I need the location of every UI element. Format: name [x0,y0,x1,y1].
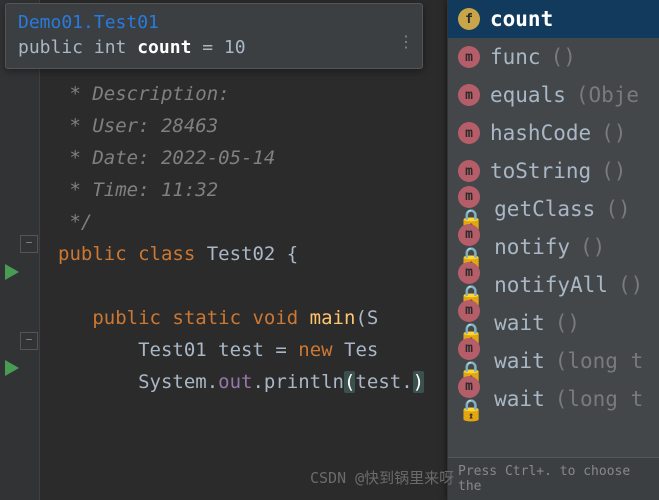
quick-doc-popup: Demo01.Test01 public int count = 10 ⋮ [5,3,423,69]
completion-item[interactable]: m toString () [448,152,659,190]
completion-item-args: () [555,311,580,335]
quick-doc-signature: public int count = 10 [18,37,410,58]
method-badge-icon: m [458,160,480,182]
completion-item-label: count [490,7,553,31]
code-line: System.out.println(test.) [34,366,424,398]
completion-item-args: () [551,45,576,69]
completion-item[interactable]: m hashCode () [448,114,659,152]
method-badge-icon: m [458,122,480,144]
code-line: * Time: 11:32 [34,174,424,206]
code-line: * Date: 2022-05-14 [34,142,424,174]
completion-popup[interactable]: fcountmfunc()mequals(ObjemhashCode()mtoS… [447,0,659,500]
completion-item-args: () [618,273,643,297]
code-line: public static void main(S [34,302,424,334]
method-badge-icon: m [458,376,480,398]
completion-item-label: wait [494,387,545,411]
run-gutter-icon[interactable] [5,264,19,280]
method-badge-icon: m [458,300,480,322]
watermark-text: CSDN @快到锅里来呀 [310,467,454,488]
completion-item-label: hashCode [490,121,591,145]
completion-footer-hint: Press Ctrl+. to choose the [448,457,659,500]
completion-item[interactable]: m🔒getClass() [448,190,659,228]
code-line: * Description: [34,78,424,110]
completion-item[interactable]: m🔒wait(long t [448,380,659,418]
completion-item[interactable]: m🔒wait(long t [448,342,659,380]
completion-item-label: wait [494,311,545,335]
completion-item[interactable]: mequals (Obje [448,76,659,114]
method-badge-icon: m [458,186,480,208]
field-badge-icon: f [458,8,480,30]
completion-item[interactable]: mfunc () [448,38,659,76]
code-line: Test01 test = new Tes [34,334,424,366]
method-badge-icon: m [458,262,480,284]
method-badge-icon: m [458,84,480,106]
completion-item[interactable]: m🔒notify() [448,228,659,266]
quick-doc-menu-icon[interactable]: ⋮ [398,32,414,51]
quick-doc-path[interactable]: Demo01.Test01 [18,12,410,33]
completion-item-label: notifyAll [494,273,608,297]
method-badge-icon: m [458,338,480,360]
completion-item[interactable]: m🔒wait() [448,304,659,342]
completion-item[interactable]: m🔒notifyAll() [448,266,659,304]
lock-icon: 🔒 [458,398,484,422]
completion-item-label: equals [490,83,566,107]
completion-item-label: getClass [494,197,595,221]
completion-item-args: () [580,235,605,259]
completion-item-args: (long t [555,387,644,411]
completion-item-args: (long t [555,349,644,373]
completion-item-args: () [601,121,626,145]
completion-item-args: (Obje [576,83,639,107]
code-line: */ [34,206,424,238]
method-badge-icon: m [458,224,480,246]
code-line: * User: 28463 [34,110,424,142]
run-gutter-icon[interactable] [5,360,19,376]
code-line [34,270,424,302]
completion-item-args: () [605,197,630,221]
code-line: public class Test02 { [34,238,424,270]
method-badge-icon: m [458,46,480,68]
completion-item-args: () [601,159,626,183]
completion-item-label: toString [490,159,591,183]
completion-item-label: wait [494,349,545,373]
completion-item-label: notify [494,235,570,259]
completion-item-label: func [490,45,541,69]
completion-item[interactable]: fcount [448,0,659,38]
